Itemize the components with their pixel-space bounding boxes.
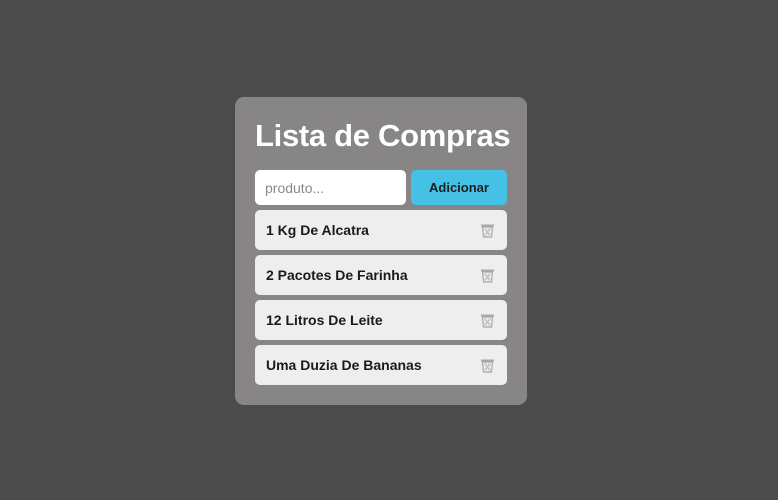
- list-item: 2 Pacotes De Farinha: [255, 255, 507, 295]
- item-label: 1 Kg De Alcatra: [266, 222, 369, 238]
- item-label: 2 Pacotes De Farinha: [266, 267, 408, 283]
- trash-icon[interactable]: [480, 268, 495, 283]
- item-label: Uma Duzia De Bananas: [266, 357, 422, 373]
- list-item: 12 Litros De Leite: [255, 300, 507, 340]
- item-label: 12 Litros De Leite: [266, 312, 383, 328]
- item-list: 1 Kg De Alcatra 2 Pacotes De Farinha 12 …: [255, 210, 507, 385]
- trash-icon[interactable]: [480, 313, 495, 328]
- add-item-form: Adicionar: [255, 170, 507, 205]
- trash-icon[interactable]: [480, 223, 495, 238]
- page-title: Lista de Compras: [255, 118, 511, 153]
- list-item: Uma Duzia De Bananas: [255, 345, 507, 385]
- product-input[interactable]: [255, 170, 406, 205]
- shopping-list-card: Lista de Compras Adicionar 1 Kg De Alcat…: [235, 97, 527, 405]
- add-button[interactable]: Adicionar: [411, 170, 507, 205]
- list-item: 1 Kg De Alcatra: [255, 210, 507, 250]
- trash-icon[interactable]: [480, 358, 495, 373]
